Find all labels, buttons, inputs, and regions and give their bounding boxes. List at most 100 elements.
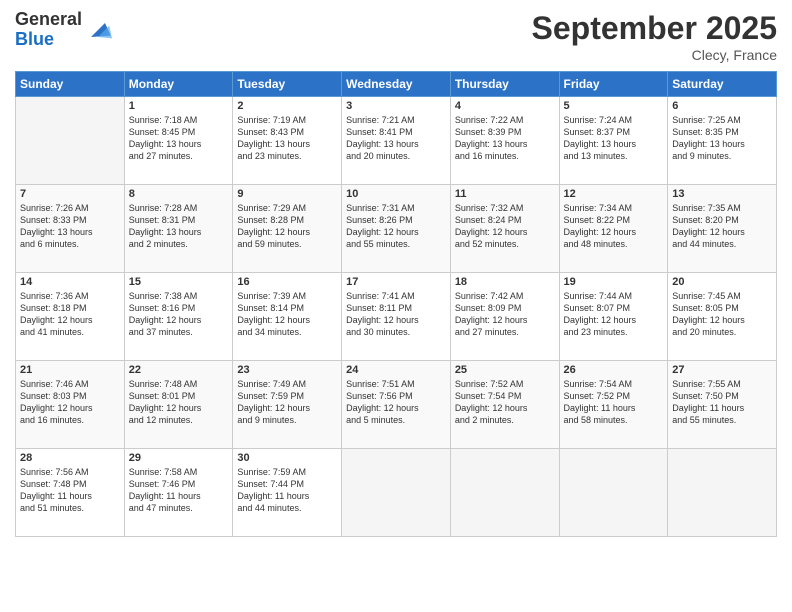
calendar-cell: 7Sunrise: 7:26 AM Sunset: 8:33 PM Daylig… bbox=[16, 185, 125, 273]
calendar-cell: 6 Sunrise: 7:25 AM Sunset: 8:35 PM Daylig… bbox=[668, 97, 777, 185]
day-info: Sunrise: 7:18 AM Sunset: 8:45 PM Dayligh… bbox=[129, 114, 229, 163]
calendar-cell: 9 Sunrise: 7:29 AM Sunset: 8:28 PM Daylig… bbox=[233, 185, 342, 273]
calendar-week-row: 28 Sunrise: 7:56 AM Sunset: 7:48 PM Dayli… bbox=[16, 449, 777, 537]
page: General Blue September 2025 Clecy, Franc… bbox=[0, 0, 792, 612]
calendar-cell: 14 Sunrise: 7:36 AM Sunset: 8:18 PM Dayli… bbox=[16, 273, 125, 361]
day-info: Sunrise: 7:24 AM Sunset: 8:37 PM Dayligh… bbox=[564, 114, 664, 163]
day-info: Sunrise: 7:36 AM Sunset: 8:18 PM Dayligh… bbox=[20, 290, 120, 339]
day-number: 3 bbox=[346, 100, 446, 112]
day-info: Sunrise: 7:35 AM Sunset: 8:20 PM Dayligh… bbox=[672, 202, 772, 251]
day-number: 20 bbox=[672, 276, 772, 288]
day-number: 18 bbox=[455, 276, 555, 288]
weekday-header: Wednesday bbox=[342, 72, 451, 97]
calendar-cell: 20Sunrise: 7:45 AM Sunset: 8:05 PM Dayli… bbox=[668, 273, 777, 361]
calendar-cell: 25 Sunrise: 7:52 AM Sunset: 7:54 PM Dayli… bbox=[450, 361, 559, 449]
calendar-cell: 12Sunrise: 7:34 AM Sunset: 8:22 PM Dayli… bbox=[559, 185, 668, 273]
calendar-cell: 16 Sunrise: 7:39 AM Sunset: 8:14 PM Dayli… bbox=[233, 273, 342, 361]
day-info: Sunrise: 7:52 AM Sunset: 7:54 PM Dayligh… bbox=[455, 378, 555, 427]
day-info: Sunrise: 7:42 AM Sunset: 8:09 PM Dayligh… bbox=[455, 290, 555, 339]
day-number: 13 bbox=[672, 188, 772, 200]
day-info: Sunrise: 7:34 AM Sunset: 8:22 PM Dayligh… bbox=[564, 202, 664, 251]
day-number: 27 bbox=[672, 364, 772, 376]
title-block: September 2025 Clecy, France bbox=[532, 10, 777, 63]
logo-general: General bbox=[15, 9, 82, 29]
day-number: 23 bbox=[237, 364, 337, 376]
day-info: Sunrise: 7:25 AM Sunset: 8:35 PM Dayligh… bbox=[672, 114, 772, 163]
day-number: 6 bbox=[672, 100, 772, 112]
calendar-cell bbox=[16, 97, 125, 185]
day-number: 19 bbox=[564, 276, 664, 288]
calendar-cell: 3 Sunrise: 7:21 AM Sunset: 8:41 PM Daylig… bbox=[342, 97, 451, 185]
calendar-cell: 19 Sunrise: 7:44 AM Sunset: 8:07 PM Dayli… bbox=[559, 273, 668, 361]
day-info: Sunrise: 7:29 AM Sunset: 8:28 PM Dayligh… bbox=[237, 202, 337, 251]
day-info: Sunrise: 7:55 AM Sunset: 7:50 PM Dayligh… bbox=[672, 378, 772, 427]
day-info: Sunrise: 7:39 AM Sunset: 8:14 PM Dayligh… bbox=[237, 290, 337, 339]
weekday-header: Tuesday bbox=[233, 72, 342, 97]
calendar-week-row: 1 Sunrise: 7:18 AM Sunset: 8:45 PM Daylig… bbox=[16, 97, 777, 185]
day-number: 2 bbox=[237, 100, 337, 112]
logo: General Blue bbox=[15, 10, 112, 50]
day-info: Sunrise: 7:31 AM Sunset: 8:26 PM Dayligh… bbox=[346, 202, 446, 251]
day-number: 4 bbox=[455, 100, 555, 112]
calendar-cell: 29 Sunrise: 7:58 AM Sunset: 7:46 PM Dayli… bbox=[124, 449, 233, 537]
day-info: Sunrise: 7:41 AM Sunset: 8:11 PM Dayligh… bbox=[346, 290, 446, 339]
day-info: Sunrise: 7:58 AM Sunset: 7:46 PM Dayligh… bbox=[129, 466, 229, 515]
calendar-cell: 27 Sunrise: 7:55 AM Sunset: 7:50 PM Dayli… bbox=[668, 361, 777, 449]
logo-blue: Blue bbox=[15, 29, 54, 49]
calendar-cell: 23 Sunrise: 7:49 AM Sunset: 7:59 PM Dayli… bbox=[233, 361, 342, 449]
location: Clecy, France bbox=[532, 47, 777, 63]
day-info: Sunrise: 7:21 AM Sunset: 8:41 PM Dayligh… bbox=[346, 114, 446, 163]
calendar-cell: 11Sunrise: 7:32 AM Sunset: 8:24 PM Dayli… bbox=[450, 185, 559, 273]
calendar-cell: 13 Sunrise: 7:35 AM Sunset: 8:20 PM Dayli… bbox=[668, 185, 777, 273]
calendar-cell bbox=[668, 449, 777, 537]
day-info: Sunrise: 7:46 AM Sunset: 8:03 PM Dayligh… bbox=[20, 378, 120, 427]
day-info: Sunrise: 7:56 AM Sunset: 7:48 PM Dayligh… bbox=[20, 466, 120, 515]
day-info: Sunrise: 7:49 AM Sunset: 7:59 PM Dayligh… bbox=[237, 378, 337, 427]
calendar-week-row: 14 Sunrise: 7:36 AM Sunset: 8:18 PM Dayli… bbox=[16, 273, 777, 361]
day-info: Sunrise: 7:44 AM Sunset: 8:07 PM Dayligh… bbox=[564, 290, 664, 339]
day-number: 21 bbox=[20, 364, 120, 376]
day-info: Sunrise: 7:38 AM Sunset: 8:16 PM Dayligh… bbox=[129, 290, 229, 339]
calendar-cell: 28 Sunrise: 7:56 AM Sunset: 7:48 PM Dayli… bbox=[16, 449, 125, 537]
day-info: Sunrise: 7:59 AM Sunset: 7:44 PM Dayligh… bbox=[237, 466, 337, 515]
calendar-cell bbox=[450, 449, 559, 537]
day-info: Sunrise: 7:51 AM Sunset: 7:56 PM Dayligh… bbox=[346, 378, 446, 427]
calendar-week-row: 21 Sunrise: 7:46 AM Sunset: 8:03 PM Dayli… bbox=[16, 361, 777, 449]
day-info: Sunrise: 7:22 AM Sunset: 8:39 PM Dayligh… bbox=[455, 114, 555, 163]
day-number: 25 bbox=[455, 364, 555, 376]
day-number: 9 bbox=[237, 188, 337, 200]
calendar: SundayMondayTuesdayWednesdayThursdayFrid… bbox=[15, 71, 777, 537]
day-info: Sunrise: 7:19 AM Sunset: 8:43 PM Dayligh… bbox=[237, 114, 337, 163]
day-number: 16 bbox=[237, 276, 337, 288]
calendar-cell: 17Sunrise: 7:41 AM Sunset: 8:11 PM Dayli… bbox=[342, 273, 451, 361]
weekday-header: Monday bbox=[124, 72, 233, 97]
calendar-cell: 5 Sunrise: 7:24 AM Sunset: 8:37 PM Daylig… bbox=[559, 97, 668, 185]
weekday-header: Saturday bbox=[668, 72, 777, 97]
calendar-cell: 22Sunrise: 7:48 AM Sunset: 8:01 PM Dayli… bbox=[124, 361, 233, 449]
weekday-header: Friday bbox=[559, 72, 668, 97]
day-number: 14 bbox=[20, 276, 120, 288]
calendar-cell: 10 Sunrise: 7:31 AM Sunset: 8:26 PM Dayli… bbox=[342, 185, 451, 273]
day-number: 28 bbox=[20, 452, 120, 464]
calendar-cell: 2 Sunrise: 7:19 AM Sunset: 8:43 PM Daylig… bbox=[233, 97, 342, 185]
calendar-cell: 30 Sunrise: 7:59 AM Sunset: 7:44 PM Dayli… bbox=[233, 449, 342, 537]
day-number: 30 bbox=[237, 452, 337, 464]
day-number: 7 bbox=[20, 188, 120, 200]
calendar-cell bbox=[342, 449, 451, 537]
weekday-header: Sunday bbox=[16, 72, 125, 97]
day-number: 15 bbox=[129, 276, 229, 288]
weekday-header: Thursday bbox=[450, 72, 559, 97]
calendar-cell: 8Sunrise: 7:28 AM Sunset: 8:31 PM Daylig… bbox=[124, 185, 233, 273]
logo-text: General Blue bbox=[15, 10, 82, 50]
day-info: Sunrise: 7:32 AM Sunset: 8:24 PM Dayligh… bbox=[455, 202, 555, 251]
day-number: 5 bbox=[564, 100, 664, 112]
calendar-cell: 24Sunrise: 7:51 AM Sunset: 7:56 PM Dayli… bbox=[342, 361, 451, 449]
calendar-cell: 18 Sunrise: 7:42 AM Sunset: 8:09 PM Dayli… bbox=[450, 273, 559, 361]
day-number: 1 bbox=[129, 100, 229, 112]
calendar-cell: 15 Sunrise: 7:38 AM Sunset: 8:16 PM Dayli… bbox=[124, 273, 233, 361]
day-number: 29 bbox=[129, 452, 229, 464]
day-info: Sunrise: 7:48 AM Sunset: 8:01 PM Dayligh… bbox=[129, 378, 229, 427]
day-number: 10 bbox=[346, 188, 446, 200]
day-number: 26 bbox=[564, 364, 664, 376]
header: General Blue September 2025 Clecy, Franc… bbox=[15, 10, 777, 63]
